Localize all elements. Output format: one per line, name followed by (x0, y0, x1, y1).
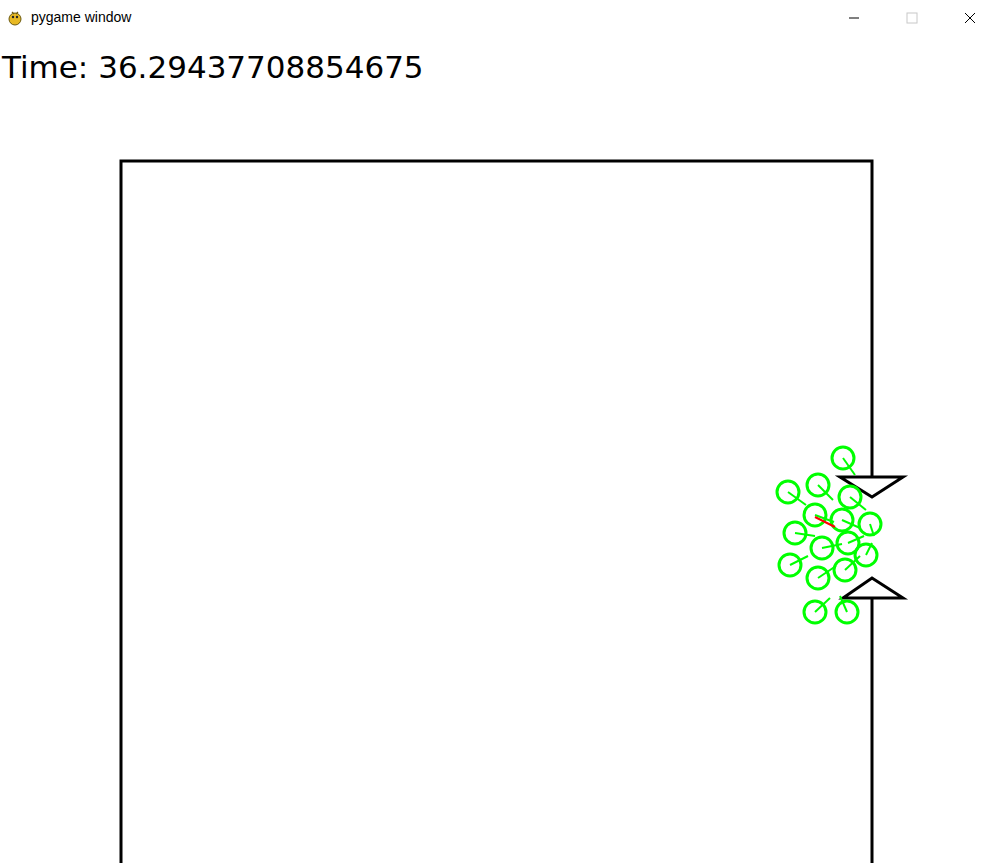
agent (834, 556, 860, 581)
minimize-button[interactable] (825, 0, 883, 35)
time-label: Time: 36.29437708854675 (0, 35, 999, 87)
agent (836, 596, 858, 623)
agent (837, 532, 864, 554)
agent (804, 598, 830, 623)
agent (804, 504, 834, 526)
close-button[interactable] (941, 0, 999, 35)
agent (859, 513, 881, 536)
pygame-logo-icon (7, 10, 23, 26)
agent (777, 481, 806, 505)
exit-lower-marker (843, 578, 903, 598)
red-marker (815, 517, 835, 527)
agent (784, 522, 815, 544)
agent (779, 554, 808, 576)
agent (839, 486, 866, 510)
close-icon (964, 12, 976, 24)
agent (855, 543, 877, 566)
maximize-button (883, 0, 941, 35)
minimize-icon (848, 12, 860, 24)
agent (831, 509, 860, 531)
title-bar: pygame window (0, 0, 999, 35)
agent (807, 566, 836, 589)
simulation-drawing (0, 35, 999, 863)
maximize-icon (906, 12, 918, 24)
room-walls (121, 161, 872, 863)
window-title: pygame window (31, 7, 131, 28)
pygame-window: pygame window Time: 36.29437708854675 (0, 0, 999, 863)
agent (832, 447, 855, 475)
agent (807, 474, 833, 500)
game-canvas: Time: 36.29437708854675 (0, 35, 999, 863)
